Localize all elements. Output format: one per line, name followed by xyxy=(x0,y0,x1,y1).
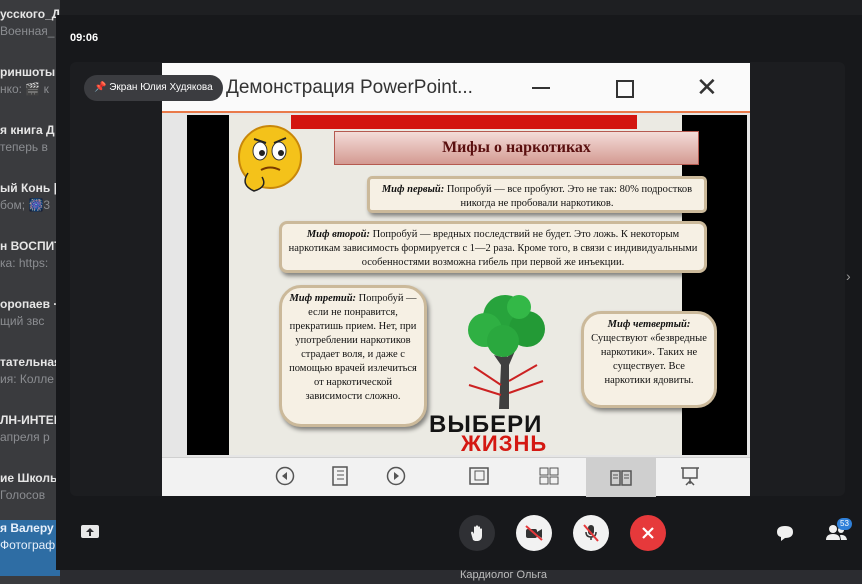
chat-list-item[interactable]: я книга Дтеперь в xyxy=(0,122,60,178)
chat-list-item[interactable]: н ВОСПИТ ка: https: xyxy=(0,238,60,294)
chat-list-item[interactable]: тательная ия: Колле xyxy=(0,354,60,410)
next-arrow-icon[interactable]: › xyxy=(846,268,851,284)
chat-list-item[interactable]: ый Конь | бом; 🎆3 xyxy=(0,180,60,236)
participants-count-badge: 53 xyxy=(837,518,852,530)
myth-1-box: Миф первый: Попробуй — все пробуют. Это … xyxy=(367,176,707,213)
chat-list-item[interactable]: усского_Д Военная_ xyxy=(0,6,60,62)
window-title: Демонстрация PowerPoint... xyxy=(226,77,473,98)
chat-list-item-active[interactable]: я Валеру Фотограф xyxy=(0,520,60,576)
slide: Мифы о наркотиках Миф первый: Попробуй —… xyxy=(229,115,717,456)
chat-list-background: усского_Д Военная_ риншоты нко: 🎬 к я книг… xyxy=(0,0,60,584)
maximize-icon[interactable] xyxy=(616,80,634,98)
raise-hand-button[interactable] xyxy=(459,515,495,551)
chat-list-item[interactable]: риншоты нко: 🎬 к xyxy=(0,64,60,120)
call-time: 09:06 xyxy=(70,32,99,44)
hand-icon xyxy=(471,525,482,541)
pin-icon: 📌 xyxy=(94,82,107,93)
presenter-label: 📌 Экран Юлия Худякова xyxy=(84,75,223,101)
video-call-screen: { "background_chats": [ {"title": "усско… xyxy=(0,0,862,584)
end-call-button[interactable] xyxy=(630,515,666,551)
reading-view-icon[interactable] xyxy=(586,458,656,497)
slide-sorter-icon[interactable] xyxy=(536,463,562,489)
slideshow-icon[interactable] xyxy=(677,463,703,489)
chat-list-item[interactable]: ие Школь Голосов xyxy=(0,470,60,526)
chat-icon[interactable] xyxy=(775,524,795,542)
tree-illustration-icon xyxy=(468,295,545,409)
microphone-toggle-button[interactable] xyxy=(573,515,609,551)
slide-heading: Мифы о наркотиках xyxy=(334,131,699,165)
close-icon xyxy=(642,527,654,539)
chat-list-item[interactable]: оропаев · щий звс xyxy=(0,296,60,352)
shared-window: Демонстрация PowerPoint... ✕ Мифы о нарк… xyxy=(162,63,750,497)
close-icon[interactable]: ✕ xyxy=(696,73,718,101)
camera-toggle-button[interactable] xyxy=(516,515,552,551)
slide-list-icon[interactable] xyxy=(327,463,353,489)
slogan-bottom: ЖИЗНЬ xyxy=(461,431,548,456)
myth-2-box: Миф второй: Попробуй — вредных последств… xyxy=(279,221,707,273)
window-titlebar: Демонстрация PowerPoint... ✕ xyxy=(162,63,750,113)
slide-top-bar xyxy=(291,115,637,129)
previous-slide-icon[interactable] xyxy=(272,463,298,489)
thinking-smiley-icon xyxy=(238,125,302,192)
chat-list-item[interactable]: ЛН-ИНТЕН апреля р xyxy=(0,412,60,468)
screen-share-icon[interactable] xyxy=(80,524,100,540)
microphone-off-icon xyxy=(583,524,599,542)
minimize-icon[interactable] xyxy=(532,87,550,89)
next-slide-icon[interactable] xyxy=(383,463,409,489)
camera-off-icon xyxy=(525,525,543,541)
slide-viewport: Мифы о наркотиках Миф первый: Попробуй —… xyxy=(187,115,747,456)
myth-4-box: Миф четвертый: Существуют «безвредные на… xyxy=(581,311,717,408)
normal-view-icon[interactable] xyxy=(466,463,492,489)
myth-3-box: Миф третий: Попробуй — если не понравитс… xyxy=(279,285,427,427)
presentation-toolbar xyxy=(162,457,750,497)
